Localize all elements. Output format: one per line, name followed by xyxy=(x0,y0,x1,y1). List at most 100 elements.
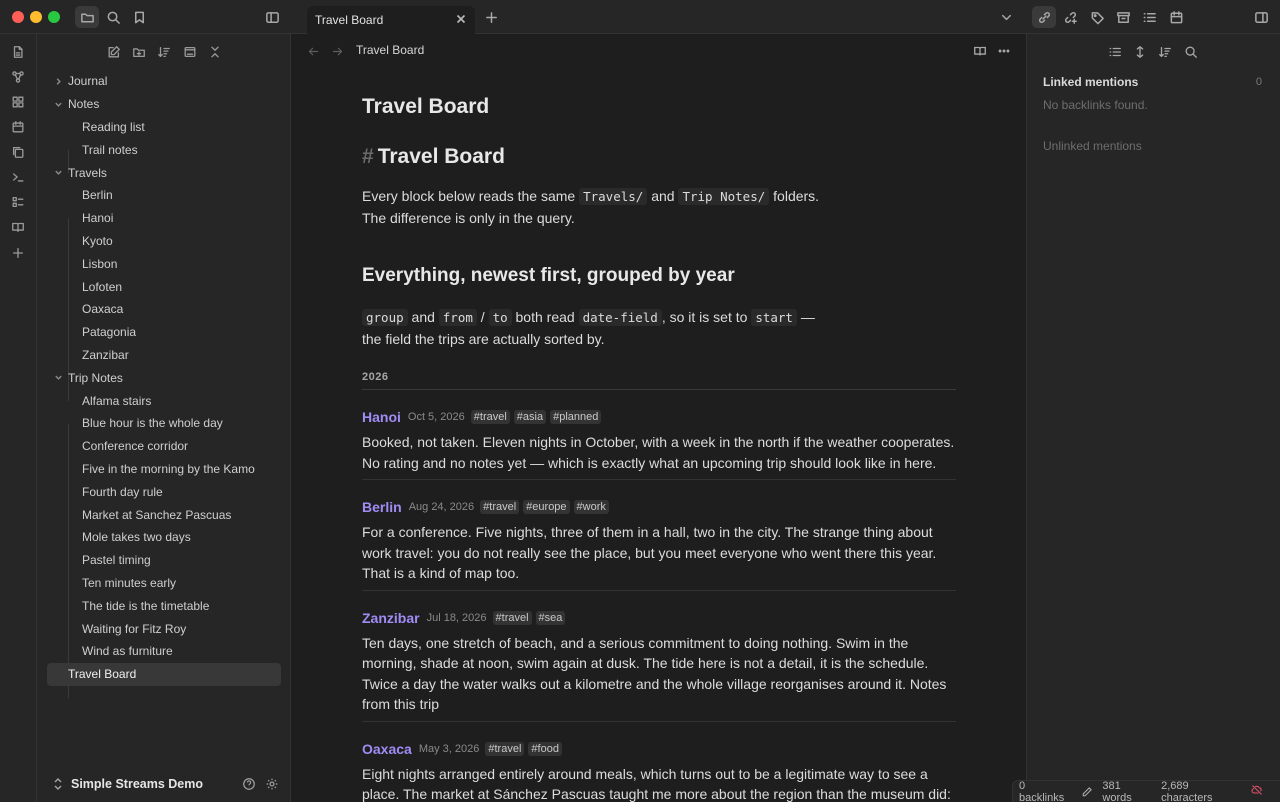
close-window-button[interactable] xyxy=(12,11,24,23)
tag[interactable]: #asia xyxy=(513,410,547,424)
backlinks-count[interactable]: 0 backlinks xyxy=(1019,780,1073,802)
new-note-button[interactable] xyxy=(104,42,124,62)
graph-view-button[interactable] xyxy=(8,67,28,87)
entry-title-link[interactable]: Hanoi xyxy=(362,409,401,425)
tag[interactable]: #food xyxy=(528,741,562,756)
toggle-left-sidebar-button[interactable] xyxy=(260,6,284,28)
more-options-button[interactable] xyxy=(994,41,1014,61)
unlinked-mentions-heading[interactable]: Unlinked mentions xyxy=(1043,139,1142,153)
search-tab-button[interactable] xyxy=(101,6,125,28)
file-item[interactable]: Kyoto xyxy=(47,230,281,253)
linked-mentions-heading[interactable]: Linked mentions xyxy=(1043,75,1138,89)
canvas-button[interactable] xyxy=(8,92,28,112)
file-item[interactable]: Fourth day rule xyxy=(47,480,281,503)
file-item[interactable]: The tide is the timetable xyxy=(47,594,281,617)
file-item-travel-board[interactable]: Travel Board xyxy=(47,662,281,686)
pencil-icon[interactable] xyxy=(1081,786,1093,798)
calendar-button[interactable] xyxy=(1164,6,1188,28)
file-explorer-tab-button[interactable] xyxy=(75,6,99,28)
reading-view-toggle[interactable] xyxy=(970,41,990,61)
file-item[interactable]: Waiting for Fitz Roy xyxy=(47,617,281,640)
minimize-window-button[interactable] xyxy=(30,11,42,23)
collapse-all-button[interactable] xyxy=(205,42,225,62)
tag[interactable]: #travel xyxy=(485,741,525,756)
new-tab-button[interactable] xyxy=(479,6,503,28)
file-item[interactable]: Five in the morning by the Kamo xyxy=(47,458,281,481)
file-item[interactable]: Market at Sanchez Pascuas xyxy=(47,503,281,526)
file-label: Berlin xyxy=(82,188,113,203)
tag[interactable]: #travel xyxy=(492,610,532,625)
folder-plus-icon xyxy=(133,48,145,58)
entry-title-link[interactable]: Zanzibar xyxy=(362,610,420,626)
tag[interactable]: #work xyxy=(573,500,609,514)
file-item[interactable]: Patagonia xyxy=(47,321,281,344)
file-item[interactable]: Hanoi xyxy=(47,207,281,230)
new-note-ribbon-button[interactable] xyxy=(8,42,28,62)
tag[interactable]: #travel xyxy=(470,410,510,424)
tag[interactable]: #europe xyxy=(523,500,570,514)
auto-reveal-button[interactable] xyxy=(180,42,200,62)
sync-status[interactable] xyxy=(1251,784,1272,799)
collapse-results-button[interactable] xyxy=(1105,42,1125,62)
search-backlinks-button[interactable] xyxy=(1181,42,1201,62)
file-item[interactable]: Reading list xyxy=(47,116,281,139)
folder-travels[interactable]: Travels xyxy=(47,161,281,184)
toggle-right-sidebar-button[interactable] xyxy=(1249,6,1273,28)
entry-title-link[interactable]: Oaxaca xyxy=(362,741,412,757)
tag[interactable]: #planned xyxy=(550,410,602,424)
folder-trip-notes[interactable]: Trip Notes xyxy=(47,366,281,389)
command-palette-button[interactable] xyxy=(8,167,28,187)
show-more-context-button[interactable] xyxy=(1130,42,1150,62)
sort-button[interactable] xyxy=(154,42,174,62)
arrow-right-icon xyxy=(332,47,342,55)
tasks-button[interactable] xyxy=(8,192,28,212)
file-item[interactable]: Lofoten xyxy=(47,275,281,298)
breadcrumb[interactable]: Travel Board xyxy=(356,43,424,57)
file-item[interactable]: Berlin xyxy=(47,184,281,207)
file-item[interactable]: Mole takes two days xyxy=(47,526,281,549)
bookmarks-tab-button[interactable] xyxy=(127,6,151,28)
file-item[interactable]: Ten minutes early xyxy=(47,572,281,595)
file-item[interactable]: Blue hour is the whole day xyxy=(47,412,281,435)
daily-note-button[interactable] xyxy=(8,117,28,137)
tab-label: Travel Board xyxy=(315,13,384,27)
folder-notes[interactable]: Notes xyxy=(47,93,281,116)
entry-date: Aug 24, 2026 xyxy=(408,501,475,513)
tags-button[interactable] xyxy=(1085,6,1109,28)
tab-list-dropdown[interactable] xyxy=(994,6,1018,28)
backlinks-panel-button[interactable] xyxy=(1032,6,1056,28)
graph-icon xyxy=(12,71,24,83)
close-tab-button[interactable] xyxy=(455,13,467,28)
outgoing-links-button[interactable] xyxy=(1058,6,1082,28)
tag[interactable]: #travel xyxy=(480,500,520,514)
entry-title-link[interactable]: Berlin xyxy=(362,499,402,515)
add-ribbon-button[interactable] xyxy=(8,243,28,263)
file-item[interactable]: Trail notes xyxy=(47,138,281,161)
reading-view-button[interactable] xyxy=(8,217,28,237)
zoom-window-button[interactable] xyxy=(48,11,60,23)
inline-title[interactable]: Travel Board xyxy=(362,92,956,126)
file-item[interactable]: Conference corridor xyxy=(47,435,281,458)
chevron-up-down-icon[interactable] xyxy=(53,777,65,791)
templates-button[interactable] xyxy=(8,142,28,162)
tag[interactable]: #sea xyxy=(535,610,566,625)
archive-button[interactable] xyxy=(1111,6,1135,28)
no-backlinks-message: No backlinks found. xyxy=(1043,98,1148,112)
sort-backlinks-button[interactable] xyxy=(1155,42,1175,62)
forward-button[interactable] xyxy=(328,42,346,60)
file-item[interactable]: Zanzibar xyxy=(47,344,281,367)
file-item[interactable]: Pastel timing xyxy=(47,549,281,572)
help-button[interactable] xyxy=(240,775,258,793)
vault-name[interactable]: Simple Streams Demo xyxy=(71,777,203,791)
outline-button[interactable] xyxy=(1137,6,1161,28)
file-item[interactable]: Oaxaca xyxy=(47,298,281,321)
back-button[interactable] xyxy=(304,42,322,60)
inline-code: date-field xyxy=(578,309,662,326)
tab-travel-board[interactable]: Travel Board xyxy=(307,6,475,34)
folder-journal[interactable]: Journal xyxy=(47,70,281,93)
file-item[interactable]: Lisbon xyxy=(47,252,281,275)
new-folder-button[interactable] xyxy=(129,42,149,62)
file-item[interactable]: Wind as furniture xyxy=(47,640,281,663)
settings-button[interactable] xyxy=(263,775,281,793)
file-item[interactable]: Alfama stairs xyxy=(47,389,281,412)
